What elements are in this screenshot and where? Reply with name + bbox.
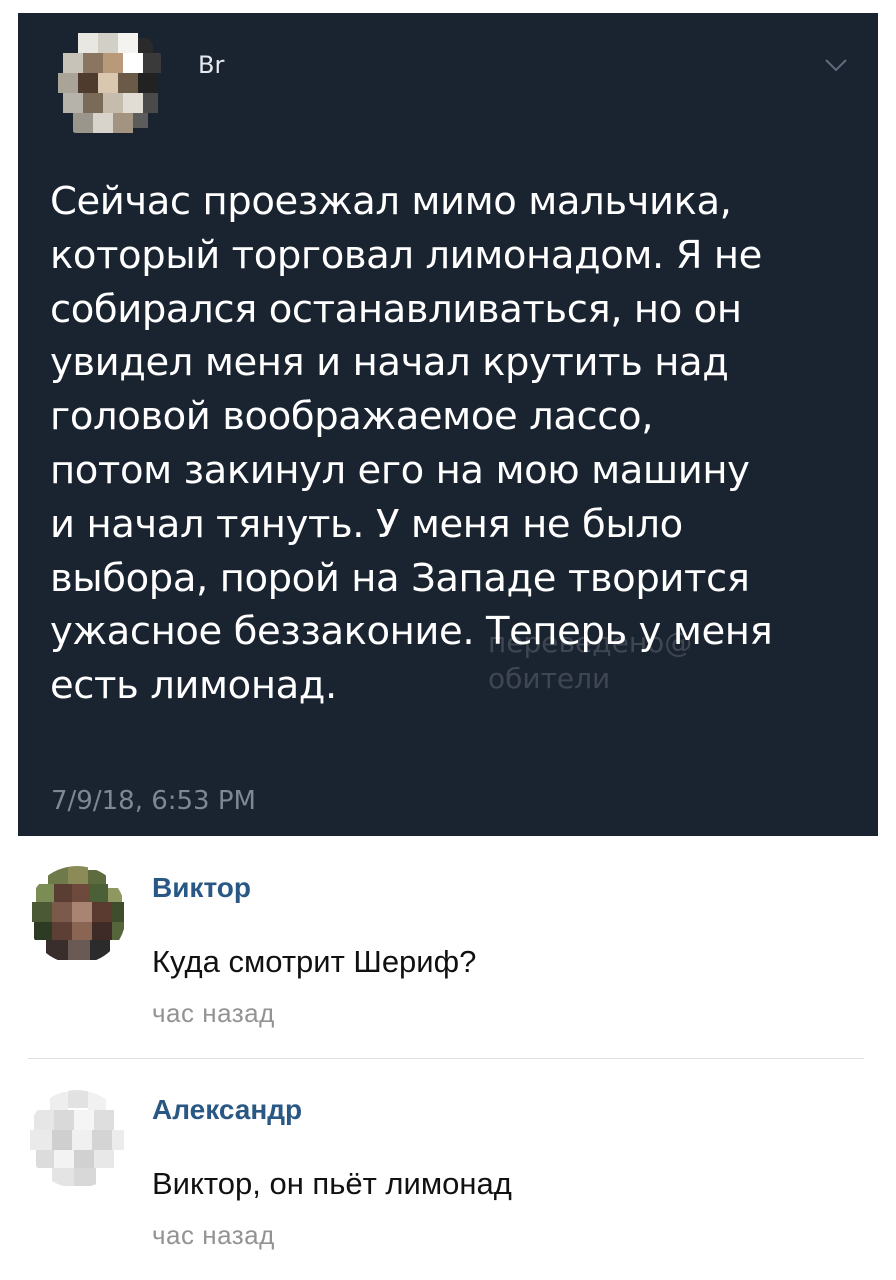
- chevron-down-icon[interactable]: [824, 57, 848, 73]
- comment-time[interactable]: час назад: [152, 1220, 275, 1251]
- watermark-line: переведено@: [488, 626, 693, 659]
- comment-time[interactable]: час назад: [152, 998, 275, 1029]
- tweet-card: Br Сейчас проезжал мимо мальчика, которы…: [18, 13, 878, 836]
- comment-avatar[interactable]: [28, 1090, 126, 1188]
- comment-author[interactable]: Александр: [152, 1094, 302, 1126]
- tweet-timestamp: 7/9/18, 6:53 PM: [51, 786, 256, 816]
- tweet-text-line: головой воображаемое лассо,: [50, 394, 654, 440]
- tweet-text-line: есть лимонад.: [50, 663, 337, 709]
- tweet-text-line: и начал тянуть. У меня не было: [50, 501, 683, 547]
- tweet-text-line: увидел меня и начал крутить над: [50, 340, 729, 386]
- tweet-text-line: выбора, порой на Западе творится: [50, 555, 750, 601]
- tweet-avatar[interactable]: [48, 23, 168, 143]
- tweet-text-line: ужасное беззаконие. Теперь у меня: [50, 609, 773, 655]
- tweet-text-line: Сейчас проезжал мимо мальчика,: [50, 179, 732, 224]
- comment-author[interactable]: Виктор: [152, 872, 251, 904]
- comment-avatar[interactable]: [28, 866, 126, 964]
- watermark: переведено@ обители: [488, 625, 692, 697]
- comment-text: Виктор, он пьёт лимонад: [152, 1166, 512, 1201]
- tweet-username[interactable]: Br: [198, 51, 224, 79]
- watermark-line: обители: [488, 662, 611, 695]
- comment-text: Куда смотрит Шериф?: [152, 944, 477, 979]
- comment-divider: [28, 1058, 864, 1059]
- tweet-text-line: собирался останавливаться, но он: [50, 286, 742, 332]
- tweet-text: Сейчас проезжал мимо мальчика, который т…: [50, 175, 880, 713]
- tweet-text-line: который торговал лимонадом. Я не: [50, 232, 762, 278]
- tweet-text-line: потом закинул его на мою машину: [50, 447, 750, 493]
